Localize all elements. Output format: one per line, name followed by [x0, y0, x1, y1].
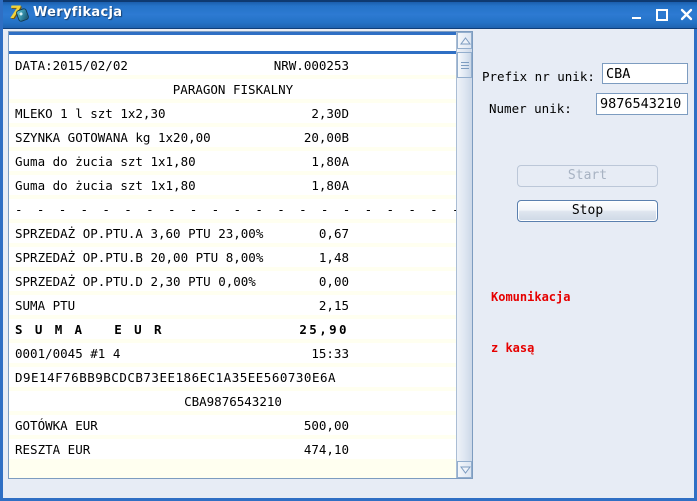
receipt-row-amount: 2,30D — [311, 106, 349, 121]
receipt-row: S U M A E U R 25,90 — [9, 319, 457, 339]
receipt-row-label: RESZTA EUR — [15, 442, 91, 457]
receipt-row: CBA9876543210 — [9, 391, 457, 411]
receipt-row-label: SZYNKA GOTOWANA kg 1x20,00 — [15, 130, 211, 145]
receipt-row-label: DATA:2015/02/02 — [15, 58, 128, 73]
receipt-row-list[interactable]: DATA:2015/02/02 NRW.000253 PARAGON FISKALN… — [9, 55, 457, 478]
status-message-line2: z kasą — [491, 341, 535, 355]
receipt-row: MLEKO 1 l szt 1x2,30 2,30D — [9, 103, 457, 123]
scrollbar-thumb[interactable] — [457, 52, 472, 78]
receipt-row: PARAGON FISKALNY — [9, 79, 457, 99]
receipt-row-amount: 1,80A — [311, 178, 349, 193]
receipt-row: Guma do żucia szt 1x1,80 1,80A — [9, 151, 457, 171]
receipt-row: DATA:2015/02/02 NRW.000253 — [9, 55, 457, 75]
receipt-row: GOTÓWKA EUR 500,00 — [9, 415, 457, 435]
scroll-up-icon[interactable] — [457, 32, 472, 49]
scrollbar-grip-line — [461, 68, 469, 69]
receipt-row: SUMA PTU 2,15 — [9, 295, 457, 315]
stop-button[interactable]: Stop — [517, 200, 658, 222]
receipt-row: Guma do żucia szt 1x1,80 1,80A — [9, 175, 457, 195]
number-field-label: Numer unik: — [489, 101, 572, 116]
receipt-row-label: Guma do żucia szt 1x1,80 — [15, 154, 196, 169]
receipt-row-amount: NRW.000253 — [273, 58, 349, 73]
receipt-row-label: MLEKO 1 l szt 1x2,30 — [15, 106, 166, 121]
receipt-panel: DATA:2015/02/02 NRW.000253 PARAGON FISKALN… — [8, 31, 473, 479]
receipt-row-amount: 2,15 — [318, 298, 349, 313]
receipt-row-label: D9E14F76BB9BCDCB73EE186EC1A35EE560730E6A — [15, 370, 337, 385]
receipt-row: RESZTA EUR 474,10 — [9, 439, 457, 459]
minimize-icon[interactable] — [628, 7, 645, 22]
receipt-row-label: Guma do żucia szt 1x1,80 — [15, 178, 196, 193]
status-message: Komunikacja z kasą — [491, 255, 691, 391]
receipt-row: SPRZEDAŻ OP.PTU.A 3,60 PTU 23,00% 0,67 — [9, 223, 457, 243]
receipt-row: - - - - - - - - - - - - - - - - - - - - … — [9, 199, 457, 219]
receipt-row: D9E14F76BB9BCDCB73EE186EC1A35EE560730E6A — [9, 367, 457, 387]
receipt-row-amount: 25,90 — [299, 322, 349, 337]
receipt-row-label: CBA9876543210 — [184, 394, 282, 409]
receipt-row: SPRZEDAŻ OP.PTU.B 20,00 PTU 8,00% 1,48 — [9, 247, 457, 267]
start-button[interactable]: Start — [517, 165, 658, 187]
receipt-row-label: GOTÓWKA EUR — [15, 418, 98, 433]
receipt-row-amount: 500,00 — [303, 418, 349, 433]
receipt-row-label: - - - - - - - - - - - - - - - - - - - - … — [15, 202, 457, 217]
receipt-header-bar — [9, 32, 472, 54]
window-title: Weryfikacja — [33, 5, 123, 20]
receipt-row-label: SUMA PTU — [15, 298, 76, 313]
receipt-row-amount: 0,67 — [318, 226, 349, 241]
maximize-icon[interactable] — [653, 7, 670, 22]
status-message-line1: Komunikacja — [491, 290, 571, 304]
receipt-row-amount: 20,00B — [303, 130, 349, 145]
app-icon-badge — [16, 8, 29, 22]
prefix-input[interactable] — [602, 63, 688, 84]
side-panel: Prefix nr unik: Numer unik: Start Stop K… — [475, 31, 695, 479]
receipt-row-amount: 1,48 — [318, 250, 349, 265]
receipt-row: SPRZEDAŻ OP.PTU.D 2,30 PTU 0,00% 0,00 — [9, 271, 457, 291]
title-bar-top-edge — [3, 0, 697, 2]
receipt-row-label: PARAGON FISKALNY — [172, 82, 294, 97]
title-bar: 7 Weryfikacja — [3, 0, 697, 29]
receipt-row-amount: 1,80A — [311, 154, 349, 169]
receipt-row-label: 0001/0045 #1 4 — [15, 346, 121, 361]
scrollbar-grip-line — [461, 62, 469, 63]
receipt-scrollbar[interactable] — [456, 32, 472, 478]
scroll-down-icon[interactable] — [457, 461, 472, 478]
app-seven-icon: 7 — [9, 3, 29, 24]
receipt-row: 0001/0045 #1 4 15:33 — [9, 343, 457, 363]
close-icon[interactable] — [678, 7, 695, 22]
receipt-row-label: SPRZEDAŻ OP.PTU.B 20,00 PTU 8,00% — [15, 250, 264, 265]
prefix-field-label: Prefix nr unik: — [482, 69, 595, 84]
receipt-row-amount: 15:33 — [311, 346, 349, 361]
scrollbar-track[interactable] — [457, 50, 472, 460]
application-window: 7 Weryfikacja DATA:2015/02/02 NRW.000253 P… — [0, 0, 697, 501]
receipt-row-label: SPRZEDAŻ OP.PTU.D 2,30 PTU 0,00% — [15, 274, 256, 289]
receipt-row-amount: 474,10 — [303, 442, 349, 457]
receipt-row-amount: 0,00 — [318, 274, 349, 289]
receipt-row-label: S U M A E U R — [15, 322, 164, 337]
number-input[interactable] — [596, 93, 688, 115]
receipt-row-label: SPRZEDAŻ OP.PTU.A 3,60 PTU 23,00% — [15, 226, 264, 241]
scrollbar-grip-line — [461, 65, 469, 66]
receipt-row: SZYNKA GOTOWANA kg 1x20,00 20,00B — [9, 127, 457, 147]
